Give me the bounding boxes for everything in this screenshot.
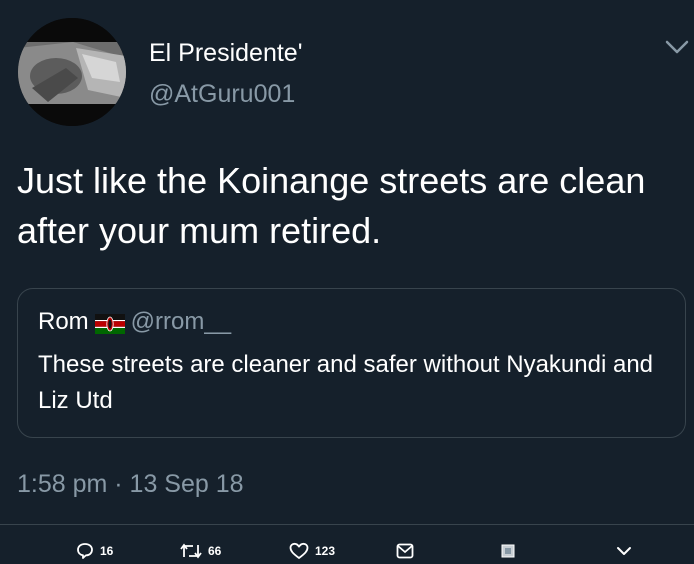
quoted-tweet-card[interactable]: Rom @rrom__ These streets are cleaner an… xyxy=(17,288,686,438)
image-icon xyxy=(501,544,515,558)
reply-button[interactable]: 16 xyxy=(76,540,113,562)
quoted-tweet-text: These streets are cleaner and safer with… xyxy=(38,351,654,414)
more-options-button[interactable] xyxy=(614,540,640,562)
quoted-tweet-header: Rom @rrom__ xyxy=(38,307,231,337)
retweet-count: 66 xyxy=(208,544,222,558)
divider xyxy=(0,524,694,525)
author-display-name[interactable]: El Presidente' xyxy=(149,38,302,68)
dm-button[interactable] xyxy=(396,540,420,562)
reply-count: 16 xyxy=(100,544,114,558)
kenya-flag-icon xyxy=(94,312,125,334)
author-handle[interactable]: @AtGuru001 xyxy=(149,79,295,109)
retweet-button[interactable]: 66 xyxy=(180,540,221,562)
retweet-icon xyxy=(180,543,202,559)
tweet-text: Just like the Koinange streets are clean… xyxy=(17,160,646,251)
like-count: 123 xyxy=(315,544,336,558)
like-button[interactable]: 123 xyxy=(289,540,335,562)
quoted-author-handle: @rrom__ xyxy=(130,308,232,335)
reply-icon xyxy=(77,543,93,559)
quoted-author-name: Rom xyxy=(38,308,89,335)
chevron-down-icon[interactable] xyxy=(664,38,690,56)
avatar[interactable] xyxy=(18,18,126,126)
image-button[interactable] xyxy=(501,540,521,562)
like-icon xyxy=(289,542,309,559)
chevron-down-icon xyxy=(617,547,631,555)
dm-icon xyxy=(396,543,414,559)
tweet-timestamp[interactable]: 1:58 pm · 13 Sep 18 xyxy=(17,468,244,500)
